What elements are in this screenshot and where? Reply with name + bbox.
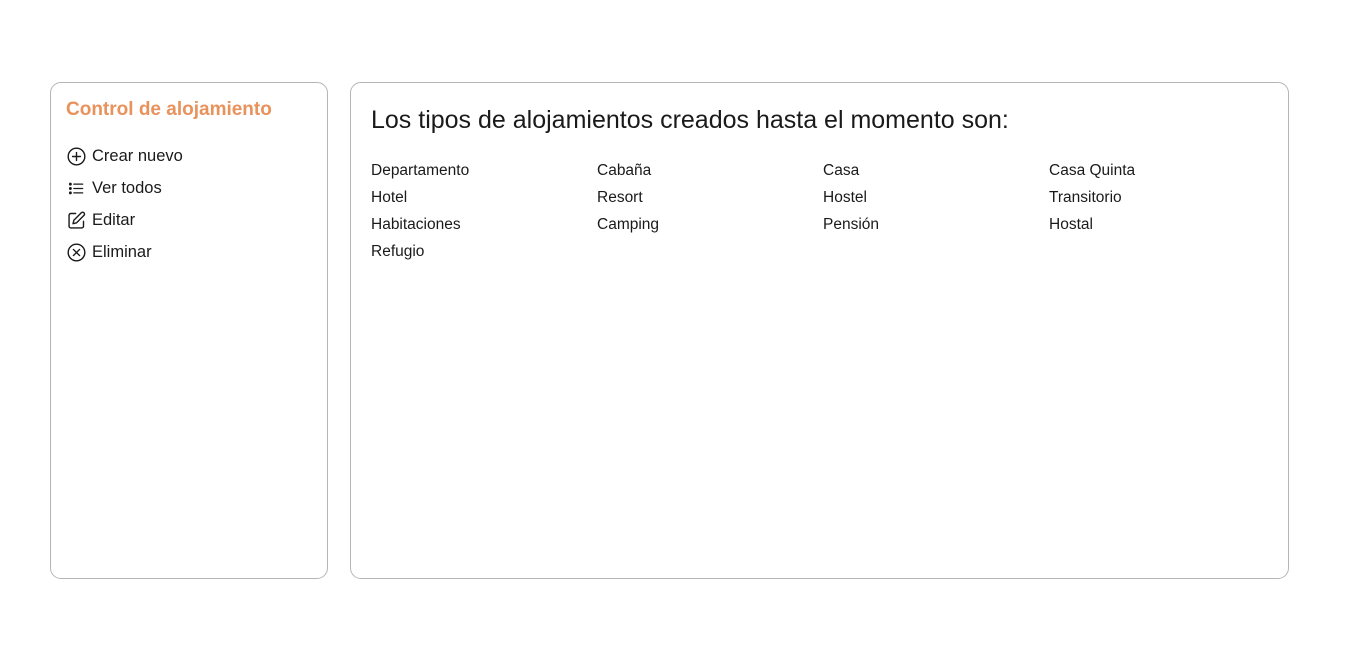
sidebar-menu: Crear nuevo Ver todos Editar Eliminar — [66, 140, 183, 268]
list-item: Cabaña — [597, 162, 652, 179]
edit-icon — [66, 210, 87, 231]
accommodation-types-list: Departamento Cabaña Casa Casa Quinta Hot… — [371, 157, 1275, 265]
list-item: Hostel — [823, 189, 867, 206]
menu-item-label: Ver todos — [92, 178, 162, 197]
list-icon — [66, 178, 87, 199]
sidebar-panel: Control de alojamiento Crear nuevo Ver t… — [50, 82, 328, 579]
x-circle-icon — [66, 242, 87, 263]
list-item: Transitorio — [1049, 189, 1122, 206]
menu-item-label: Editar — [92, 210, 136, 229]
list-item: Departamento — [371, 162, 470, 179]
list-item: Hotel — [371, 189, 408, 206]
menu-item-eliminar[interactable]: Eliminar — [66, 236, 183, 268]
list-item: Pensión — [823, 216, 880, 233]
list-item: Hostal — [1049, 216, 1093, 233]
menu-item-label: Eliminar — [92, 242, 152, 261]
menu-item-editar[interactable]: Editar — [66, 204, 183, 236]
main-panel: Los tipos de alojamientos creados hasta … — [350, 82, 1289, 579]
menu-item-label: Crear nuevo — [92, 146, 183, 165]
list-item: Casa — [823, 162, 860, 179]
list-item: Casa Quinta — [1049, 162, 1136, 179]
sidebar-title: Control de alojamiento — [66, 99, 272, 120]
page-heading: Los tipos de alojamientos creados hasta … — [371, 106, 1009, 134]
list-item: Refugio — [371, 243, 425, 260]
plus-circle-icon — [66, 146, 87, 167]
menu-item-ver-todos[interactable]: Ver todos — [66, 172, 183, 204]
list-item: Camping — [597, 216, 660, 233]
list-item: Resort — [597, 189, 643, 206]
list-item: Habitaciones — [371, 216, 461, 233]
menu-item-crear-nuevo[interactable]: Crear nuevo — [66, 140, 183, 172]
